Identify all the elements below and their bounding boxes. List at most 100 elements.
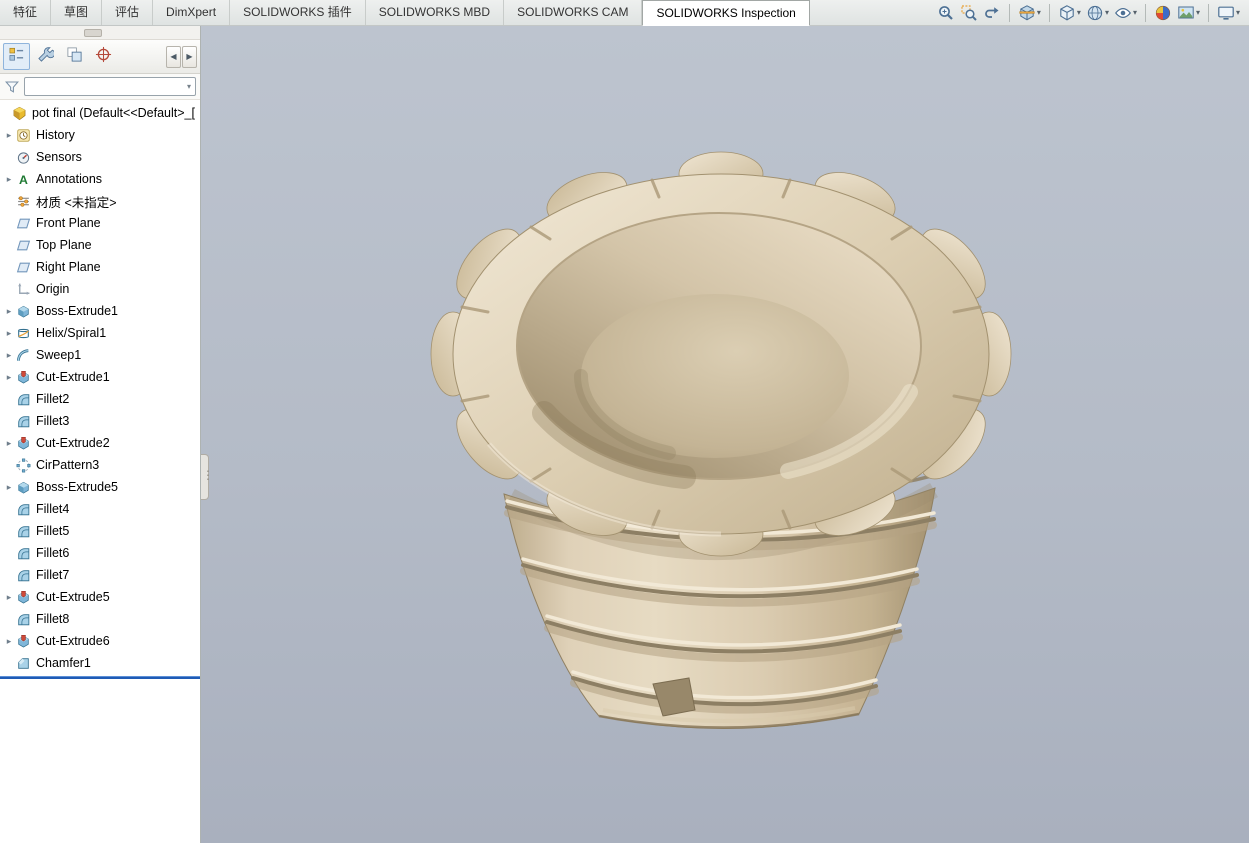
boss-extrude-icon [16, 304, 31, 319]
view-toolbar: ▾ ▾ ▾ ▾ ▾ ▾ [936, 0, 1249, 25]
ribbon-tab-5[interactable]: SOLIDWORKS MBD [366, 0, 505, 25]
feature-tree: pot final (Default<<Default>_[▸ History Se… [0, 100, 200, 674]
cut-extrude-icon [16, 436, 31, 451]
ribbon-tab-4[interactable]: SOLIDWORKS 插件 [230, 0, 366, 25]
cut-extrude-icon [16, 634, 31, 649]
featuremanager-design-tree-icon [8, 46, 25, 68]
cirpattern-icon [16, 458, 31, 473]
fm-tab-scroll: ◀ ▶ [166, 45, 197, 68]
featuremanager-design-tree-tab[interactable] [3, 43, 30, 70]
tree-item-11[interactable]: ▸ Cut-Extrude1 [0, 366, 200, 388]
tree-item-4[interactable]: Front Plane [0, 212, 200, 234]
expand-arrow-icon[interactable]: ▸ [2, 592, 16, 603]
tree-item-19[interactable]: Fillet6 [0, 542, 200, 564]
chevron-down-icon: ▾ [186, 82, 191, 91]
zoom-to-area-button[interactable] [959, 3, 979, 23]
expand-arrow-icon[interactable]: ▸ [2, 636, 16, 647]
chevron-down-icon: ▾ [1235, 8, 1240, 17]
plane-icon [16, 260, 31, 275]
featuremanager-tabs [3, 43, 117, 70]
apply-scene-button[interactable]: ▾ [1176, 3, 1201, 23]
tree-item-3[interactable]: 材质 <未指定> [0, 190, 200, 212]
tree-item-15[interactable]: CirPattern3 [0, 454, 200, 476]
material-icon [16, 194, 31, 209]
ribbon-tab-6[interactable]: SOLIDWORKS CAM [504, 0, 643, 25]
tree-item-5[interactable]: Top Plane [0, 234, 200, 256]
panel-splitter-handle[interactable] [201, 454, 214, 500]
ribbon-tab-7[interactable]: SOLIDWORKS Inspection [642, 0, 810, 26]
tree-item-9[interactable]: ▸ Helix/Spiral1 [0, 322, 200, 344]
fillet-icon [16, 502, 31, 517]
propertymanager-tab[interactable] [32, 43, 59, 70]
tree-item-20[interactable]: Fillet7 [0, 564, 200, 586]
expand-arrow-icon[interactable]: ▸ [2, 438, 16, 449]
cut-extrude-icon [16, 590, 31, 605]
tree-item-14[interactable]: ▸ Cut-Extrude2 [0, 432, 200, 454]
hide-show-items-button[interactable]: ▾ [1113, 3, 1138, 23]
tree-item-1[interactable]: Sensors [0, 146, 200, 168]
expand-arrow-icon[interactable]: ▸ [2, 328, 16, 339]
toolbar-separator [1144, 3, 1146, 22]
tree-item-2[interactable]: ▸ A Annotations [0, 168, 200, 190]
tree-item-17[interactable]: Fillet4 [0, 498, 200, 520]
expand-arrow-icon[interactable]: ▸ [2, 130, 16, 141]
view-settings-button[interactable]: ▾ [1216, 3, 1241, 23]
scroll-left-icon[interactable]: ◀ [166, 45, 181, 68]
scroll-thumb[interactable] [84, 29, 102, 37]
display-style-icon [1086, 4, 1104, 22]
display-style-button[interactable]: ▾ [1085, 3, 1110, 23]
rollback-bar[interactable] [0, 676, 200, 679]
plane-icon [16, 238, 31, 253]
pot-3d-model [430, 151, 1012, 730]
tree-root-item[interactable]: pot final (Default<<Default>_[ [0, 102, 200, 124]
view-orientation-button[interactable]: ▾ [1057, 3, 1082, 23]
tree-item-16[interactable]: ▸ Boss-Extrude5 [0, 476, 200, 498]
ribbon-tab-0[interactable]: 特征 [0, 0, 52, 25]
graphics-viewport[interactable] [201, 26, 1249, 843]
configurationmanager-icon [66, 46, 83, 68]
expand-arrow-icon[interactable]: ▸ [2, 482, 16, 493]
tree-item-21[interactable]: ▸ Cut-Extrude5 [0, 586, 200, 608]
tree-item-23[interactable]: ▸ Cut-Extrude6 [0, 630, 200, 652]
view-orientation-icon [1058, 4, 1076, 22]
tree-item-8[interactable]: ▸ Boss-Extrude1 [0, 300, 200, 322]
filter-input[interactable]: ▾ [24, 77, 196, 96]
cut-extrude-icon [16, 370, 31, 385]
toolbar-separator [1048, 3, 1050, 22]
scroll-right-icon[interactable]: ▶ [182, 45, 197, 68]
helix-icon [16, 326, 31, 341]
expand-arrow-icon[interactable]: ▸ [2, 174, 16, 185]
tree-item-6[interactable]: Right Plane [0, 256, 200, 278]
previous-view-button[interactable] [982, 3, 1002, 23]
tree-item-7[interactable]: Origin [0, 278, 200, 300]
panel-scroll-strip[interactable] [0, 26, 200, 40]
tree-item-13[interactable]: Fillet3 [0, 410, 200, 432]
part-icon [12, 106, 27, 121]
fillet-icon [16, 392, 31, 407]
tree-item-0[interactable]: ▸ History [0, 124, 200, 146]
tree-item-18[interactable]: Fillet5 [0, 520, 200, 542]
fillet-icon [16, 612, 31, 627]
dimxpertmanager-tab[interactable] [90, 43, 117, 70]
ribbon-tab-1[interactable]: 草图 [51, 0, 103, 25]
history-icon [16, 128, 31, 143]
ribbon-tabs: 特征 草图 评估 DimXpert SOLIDWORKS 插件 SOLIDWORKS MB… [0, 0, 810, 26]
configurationmanager-tab[interactable] [61, 43, 88, 70]
tree-item-12[interactable]: Fillet2 [0, 388, 200, 410]
tree-filter-row: ▾ [0, 74, 200, 100]
chamfer-icon [16, 656, 31, 671]
expand-arrow-icon[interactable]: ▸ [2, 372, 16, 383]
tree-item-22[interactable]: Fillet8 [0, 608, 200, 630]
zoom-to-fit-button[interactable] [936, 3, 956, 23]
ribbon-tab-3[interactable]: DimXpert [153, 0, 231, 25]
chevron-down-icon: ▾ [1104, 8, 1109, 17]
boss-extrude-icon [16, 480, 31, 495]
main-area: ◀ ▶ ▾ pot final (Default<<Default>_[▸ His… [0, 26, 1249, 843]
tree-item-24[interactable]: Chamfer1 [0, 652, 200, 674]
edit-appearance-button[interactable] [1153, 3, 1173, 23]
section-view-button[interactable]: ▾ [1017, 3, 1042, 23]
tree-item-10[interactable]: ▸ Sweep1 [0, 344, 200, 366]
expand-arrow-icon[interactable]: ▸ [2, 306, 16, 317]
ribbon-tab-2[interactable]: 评估 [102, 0, 154, 25]
expand-arrow-icon[interactable]: ▸ [2, 350, 16, 361]
